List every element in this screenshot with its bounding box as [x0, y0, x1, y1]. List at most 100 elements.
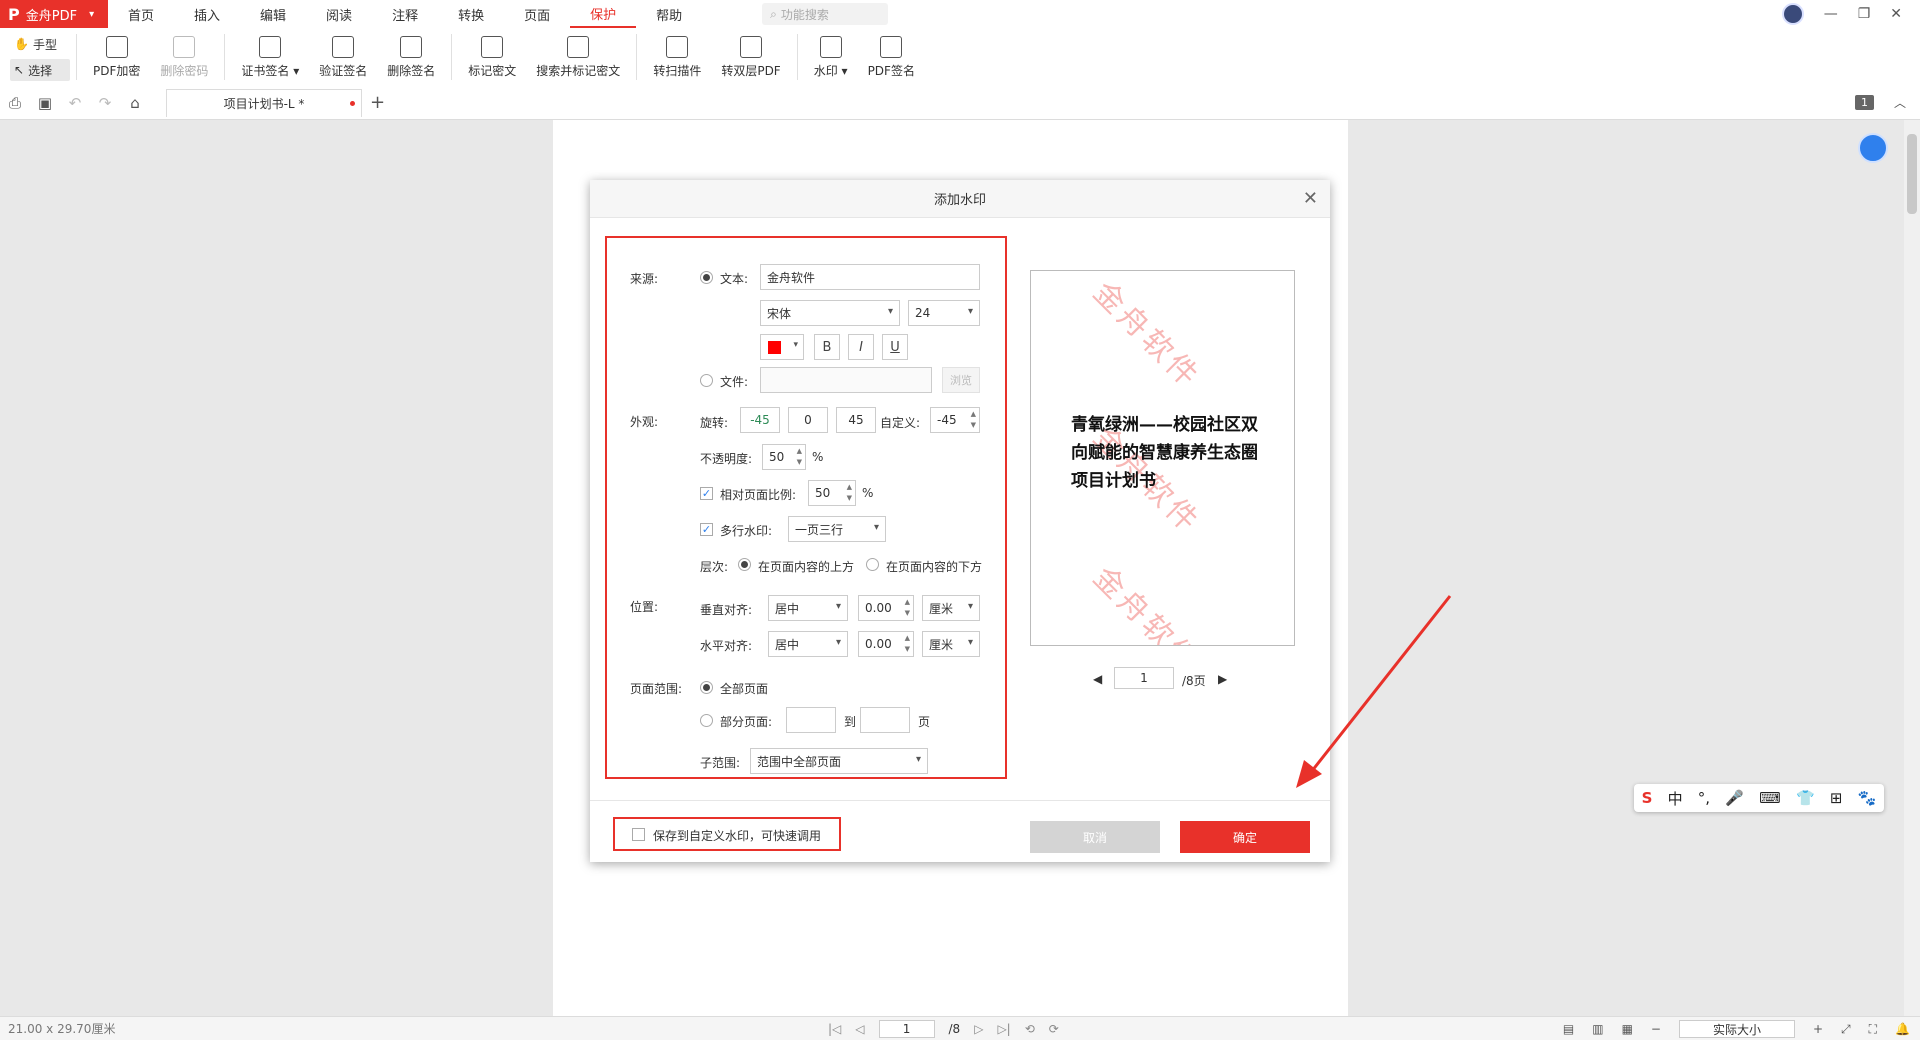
zoom-select[interactable]: 实际大小 [1678, 1020, 1795, 1038]
rotate-minus45-option[interactable]: -45 [740, 407, 780, 433]
horizontal-offset-spinner[interactable]: 0.00 ▲ ▼ [858, 631, 914, 657]
scrollbar-thumb[interactable] [1907, 134, 1917, 214]
home-icon[interactable]: ⌂ [120, 88, 150, 118]
layer-below-radio[interactable] [866, 558, 879, 571]
search-redact-button[interactable]: 搜索并标记密文 [526, 28, 630, 86]
custom-rotate-spinner[interactable]: -45 ▲ ▼ [930, 407, 980, 433]
browse-button[interactable]: 浏览 [942, 367, 980, 393]
mark-redact-button[interactable]: 标记密文 [458, 28, 526, 86]
rotate-view-icon[interactable]: ⟲ [1025, 1022, 1035, 1036]
page-to-input[interactable] [860, 707, 910, 733]
watermark-text-input[interactable]: 金舟软件 [760, 264, 980, 290]
text-source-radio[interactable] [700, 271, 713, 284]
menu-insert[interactable]: 插入 [174, 0, 240, 28]
page-from-input[interactable] [786, 707, 836, 733]
italic-button[interactable]: I [848, 334, 874, 360]
first-page-icon[interactable]: |◁ [828, 1022, 841, 1036]
page-layout-icon[interactable]: ▥ [1592, 1022, 1603, 1036]
restore-icon[interactable]: ❐ [1858, 6, 1871, 22]
menu-home[interactable]: 首页 [108, 0, 174, 28]
verify-sign-button[interactable]: 验证签名 [309, 28, 377, 86]
opacity-spinner[interactable]: 50 ▲ ▼ [762, 444, 806, 470]
save-custom-watermark-checkbox[interactable] [632, 828, 645, 841]
remove-password-button[interactable]: 删除密码 [150, 28, 218, 86]
ime-keyboard-icon[interactable]: ⌨ [1759, 789, 1781, 807]
rotate-view-icon-2[interactable]: ⟳ [1049, 1022, 1059, 1036]
spinner-arrows-icon[interactable]: ▲ ▼ [905, 633, 910, 655]
notification-icon[interactable]: 🔔 [1895, 1022, 1910, 1036]
font-color-picker[interactable] [760, 334, 804, 360]
file-source-radio[interactable] [700, 374, 713, 387]
last-page-icon[interactable]: ▷| [997, 1022, 1010, 1036]
underline-button[interactable]: U [882, 334, 908, 360]
zoom-in-icon[interactable]: + [1813, 1022, 1823, 1036]
app-menu-button[interactable]: P 金舟PDF ▾ [0, 0, 108, 28]
add-tab-icon[interactable]: + [370, 92, 385, 113]
prev-page-icon[interactable]: ◁ [855, 1022, 864, 1036]
cancel-button[interactable]: 取消 [1030, 821, 1160, 853]
save-icon[interactable]: ▣ [30, 88, 60, 118]
rotate-0-option[interactable]: 0 [788, 407, 828, 433]
close-icon[interactable]: ✕ [1303, 188, 1318, 209]
ime-mascot-icon[interactable]: 🐾 [1858, 789, 1877, 807]
dual-layer-pdf-button[interactable]: 转双层PDF [711, 28, 790, 86]
ime-grid-icon[interactable]: ⊞ [1830, 789, 1843, 807]
print-icon[interactable]: ⎙ [0, 88, 30, 118]
layer-above-radio[interactable] [738, 558, 751, 571]
select-tool-button[interactable]: ↖ 选择 [10, 59, 70, 81]
document-tab[interactable]: 项目计划书-L * [166, 88, 362, 117]
menu-read[interactable]: 阅读 [306, 0, 372, 28]
relative-scale-spinner[interactable]: 50 ▲ ▼ [808, 480, 856, 506]
fit-page-icon[interactable]: ⤢ [1841, 1022, 1851, 1037]
view-mode-icon[interactable]: ▤ [1563, 1022, 1574, 1036]
ime-skin-icon[interactable]: 👕 [1796, 789, 1815, 807]
preview-next-icon[interactable]: ▶ [1218, 672, 1227, 686]
cert-sign-button[interactable]: 证书签名 ▾ [231, 28, 309, 86]
multiline-watermark-checkbox[interactable]: ✓ [700, 523, 713, 536]
pdf-sign-button[interactable]: PDF签名 [858, 28, 925, 86]
close-icon[interactable]: ✕ [1890, 6, 1902, 22]
page-number-input[interactable]: 1 [878, 1020, 935, 1038]
all-pages-radio[interactable] [700, 681, 713, 694]
pdf-encrypt-button[interactable]: PDF加密 [83, 28, 150, 86]
vertical-align-select[interactable]: 居中 [768, 595, 848, 621]
user-avatar[interactable] [1781, 3, 1804, 25]
delete-sign-button[interactable]: 删除签名 [377, 28, 445, 86]
partial-pages-radio[interactable] [700, 714, 713, 727]
ime-voice-icon[interactable]: 🎤 [1725, 789, 1744, 807]
vertical-scrollbar[interactable] [1904, 120, 1920, 1016]
zoom-out-icon[interactable]: − [1651, 1022, 1661, 1036]
file-path-input[interactable] [760, 367, 932, 393]
preview-prev-icon[interactable]: ◀ [1093, 672, 1102, 686]
spinner-arrows-icon[interactable]: ▲ ▼ [905, 597, 910, 619]
next-page-icon[interactable]: ▷ [974, 1022, 983, 1036]
preview-page-input[interactable]: 1 [1114, 667, 1174, 689]
relative-scale-checkbox[interactable]: ✓ [700, 487, 713, 500]
menu-help[interactable]: 帮助 [636, 0, 702, 28]
multiline-select[interactable]: 一页三行 [788, 516, 886, 542]
spinner-arrows-icon[interactable]: ▲ ▼ [847, 482, 852, 504]
menu-edit[interactable]: 编辑 [240, 0, 306, 28]
subrange-select[interactable]: 范围中全部页面 [750, 748, 928, 774]
font-size-select[interactable]: 24 [908, 300, 980, 326]
vertical-offset-spinner[interactable]: 0.00 ▲ ▼ [858, 595, 914, 621]
dual-page-icon[interactable]: ▦ [1622, 1022, 1633, 1036]
spinner-arrows-icon[interactable]: ▲ ▼ [797, 446, 802, 468]
floating-tool-icon[interactable] [1858, 133, 1888, 163]
bold-button[interactable]: B [814, 334, 840, 360]
horizontal-align-select[interactable]: 居中 [768, 631, 848, 657]
menu-page[interactable]: 页面 [504, 0, 570, 28]
hand-tool-button[interactable]: ✋ 手型 [10, 33, 70, 55]
redo-icon[interactable]: ↷ [90, 88, 120, 118]
undo-icon[interactable]: ↶ [60, 88, 90, 118]
ime-chinese-mode[interactable]: 中 [1668, 788, 1683, 809]
menu-annotate[interactable]: 注释 [372, 0, 438, 28]
ok-button[interactable]: 确定 [1180, 821, 1310, 853]
font-select[interactable]: 宋体 [760, 300, 900, 326]
sogou-logo-icon[interactable]: S [1642, 789, 1653, 807]
chevron-up-icon[interactable]: ︿ [1894, 94, 1906, 111]
minimize-icon[interactable]: — [1824, 6, 1838, 22]
spinner-arrows-icon[interactable]: ▲ ▼ [971, 409, 976, 431]
horizontal-unit-select[interactable]: 厘米 [922, 631, 980, 657]
vertical-unit-select[interactable]: 厘米 [922, 595, 980, 621]
